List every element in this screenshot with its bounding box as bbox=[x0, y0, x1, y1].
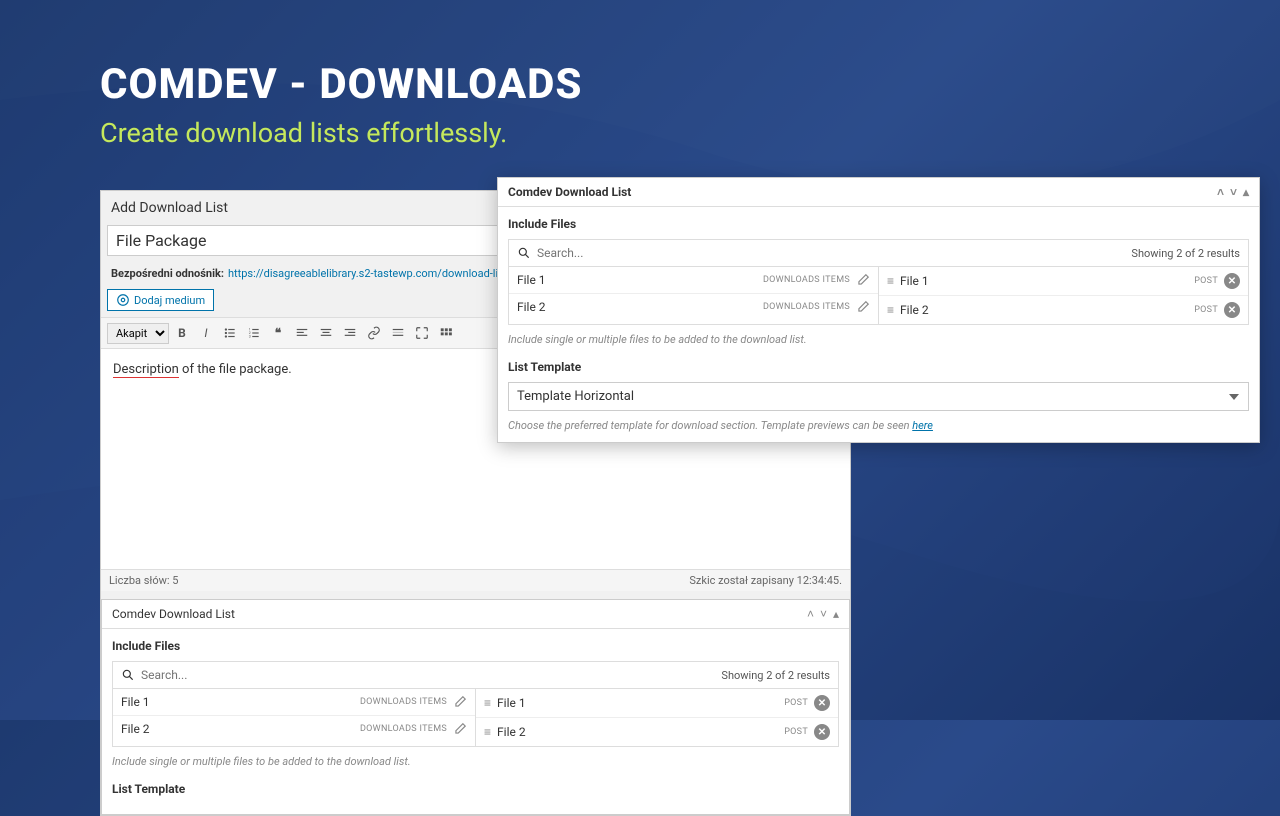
search-icon bbox=[517, 246, 531, 260]
more-button[interactable] bbox=[387, 322, 409, 344]
file-badge: DOWNLOADS ITEMS bbox=[360, 697, 447, 707]
selected-file-row[interactable]: ≡ File 1 POST ✕ bbox=[476, 689, 838, 718]
file-name: File 2 bbox=[517, 300, 546, 314]
list-template-label: List Template bbox=[508, 360, 1249, 374]
chevron-up-icon[interactable]: ˄ bbox=[1217, 185, 1224, 199]
collapse-icon[interactable]: ▴ bbox=[833, 607, 839, 621]
bold-button[interactable]: B bbox=[171, 322, 193, 344]
drag-icon[interactable]: ≡ bbox=[887, 303, 894, 317]
align-center-icon bbox=[319, 326, 333, 340]
search-icon bbox=[121, 668, 135, 682]
drag-icon[interactable]: ≡ bbox=[484, 725, 491, 739]
template-hint: Choose the preferred template for downlo… bbox=[508, 419, 1249, 432]
list-template-label: List Template bbox=[112, 782, 839, 796]
metabox-title: Comdev Download List bbox=[112, 607, 235, 621]
numbered-list-icon: 123 bbox=[247, 326, 261, 340]
drag-icon[interactable]: ≡ bbox=[484, 696, 491, 710]
align-center-button[interactable] bbox=[315, 322, 337, 344]
file-name: File 1 bbox=[517, 273, 546, 287]
file-name: File 2 bbox=[121, 722, 150, 736]
results-count: Showing 2 of 2 results bbox=[1131, 247, 1240, 260]
bullet-list-button[interactable] bbox=[219, 322, 241, 344]
svg-text:3: 3 bbox=[249, 335, 251, 339]
permalink-label: Bezpośredni odnośnik: bbox=[111, 267, 224, 280]
file-name: File 1 bbox=[497, 696, 526, 710]
remove-icon[interactable]: ✕ bbox=[1224, 273, 1240, 289]
file-badge: POST bbox=[1194, 276, 1218, 286]
metabox-title: Comdev Download List bbox=[508, 185, 631, 199]
read-more-icon bbox=[391, 326, 405, 340]
italic-button[interactable]: I bbox=[195, 322, 217, 344]
toolbar-toggle-button[interactable] bbox=[435, 322, 457, 344]
editor-text-underlined: Description bbox=[113, 362, 179, 378]
template-select[interactable]: Template Horizontal bbox=[508, 382, 1249, 411]
available-file-row[interactable]: File 2 DOWNLOADS ITEMS bbox=[509, 294, 878, 320]
available-files-column: File 1 DOWNLOADS ITEMS File 2 DOWNLOADS … bbox=[509, 267, 879, 324]
available-file-row[interactable]: File 1 DOWNLOADS ITEMS bbox=[509, 267, 878, 294]
include-hint: Include single or multiple files to be a… bbox=[508, 333, 1249, 346]
align-right-icon bbox=[343, 326, 357, 340]
selected-files-column: ≡ File 1 POST ✕ ≡ File 2 POST ✕ bbox=[476, 689, 838, 746]
file-name: File 1 bbox=[900, 274, 929, 288]
file-badge: DOWNLOADS ITEMS bbox=[763, 302, 850, 312]
available-file-row[interactable]: File 1 DOWNLOADS ITEMS bbox=[113, 689, 475, 716]
drag-icon[interactable]: ≡ bbox=[887, 274, 894, 288]
file-badge: POST bbox=[1194, 305, 1218, 315]
include-files-label: Include Files bbox=[508, 217, 1249, 231]
chevron-down-icon[interactable]: ˅ bbox=[1230, 185, 1237, 199]
pencil-icon[interactable] bbox=[453, 722, 467, 736]
link-icon bbox=[367, 326, 381, 340]
numbered-list-button[interactable]: 123 bbox=[243, 322, 265, 344]
results-count: Showing 2 of 2 results bbox=[721, 669, 830, 682]
metabox-lower: Comdev Download List ˄ ˅ ▴ Include Files… bbox=[101, 599, 850, 815]
word-count: Liczba słów: 5 bbox=[109, 574, 178, 587]
selected-file-row[interactable]: ≡ File 2 POST ✕ bbox=[879, 296, 1248, 324]
template-preview-link[interactable]: here bbox=[912, 419, 933, 432]
toolbar-toggle-icon bbox=[439, 326, 453, 340]
file-name: File 2 bbox=[900, 303, 929, 317]
metabox-overlay: Comdev Download List ˄ ˅ ▴ Include Files… bbox=[497, 177, 1260, 443]
pencil-icon[interactable] bbox=[453, 695, 467, 709]
save-status: Szkic został zapisany 12:34:45. bbox=[689, 574, 842, 587]
align-left-button[interactable] bbox=[291, 322, 313, 344]
bullet-list-icon bbox=[223, 326, 237, 340]
add-media-label: Dodaj medium bbox=[134, 294, 205, 307]
media-icon bbox=[116, 293, 130, 307]
pencil-icon[interactable] bbox=[856, 300, 870, 314]
align-left-icon bbox=[295, 326, 309, 340]
add-media-button[interactable]: Dodaj medium bbox=[107, 289, 214, 311]
selected-file-row[interactable]: ≡ File 2 POST ✕ bbox=[476, 718, 838, 746]
fullscreen-button[interactable] bbox=[411, 322, 433, 344]
include-files-label: Include Files bbox=[112, 639, 839, 653]
quote-button[interactable]: ❝ bbox=[267, 322, 289, 344]
align-right-button[interactable] bbox=[339, 322, 361, 344]
link-button[interactable] bbox=[363, 322, 385, 344]
chevron-up-icon[interactable]: ˄ bbox=[807, 607, 814, 621]
file-badge: POST bbox=[784, 727, 808, 737]
selected-file-row[interactable]: ≡ File 1 POST ✕ bbox=[879, 267, 1248, 296]
search-input[interactable] bbox=[141, 668, 721, 682]
collapse-icon[interactable]: ▴ bbox=[1243, 185, 1249, 199]
selected-files-column: ≡ File 1 POST ✕ ≡ File 2 POST ✕ bbox=[879, 267, 1248, 324]
pencil-icon[interactable] bbox=[856, 273, 870, 287]
editor-text-rest: of the file package. bbox=[179, 362, 292, 377]
remove-icon[interactable]: ✕ bbox=[814, 724, 830, 740]
file-name: File 1 bbox=[121, 695, 150, 709]
search-input[interactable] bbox=[537, 246, 1131, 260]
format-select[interactable]: Akapit bbox=[107, 323, 169, 344]
remove-icon[interactable]: ✕ bbox=[1224, 302, 1240, 318]
chevron-down-icon[interactable]: ˅ bbox=[820, 607, 827, 621]
remove-icon[interactable]: ✕ bbox=[814, 695, 830, 711]
file-badge: DOWNLOADS ITEMS bbox=[763, 275, 850, 285]
include-hint: Include single or multiple files to be a… bbox=[112, 755, 839, 768]
file-badge: DOWNLOADS ITEMS bbox=[360, 724, 447, 734]
fullscreen-icon bbox=[415, 326, 429, 340]
file-badge: POST bbox=[784, 698, 808, 708]
available-files-column: File 1 DOWNLOADS ITEMS File 2 DOWNLOADS … bbox=[113, 689, 476, 746]
file-name: File 2 bbox=[497, 725, 526, 739]
